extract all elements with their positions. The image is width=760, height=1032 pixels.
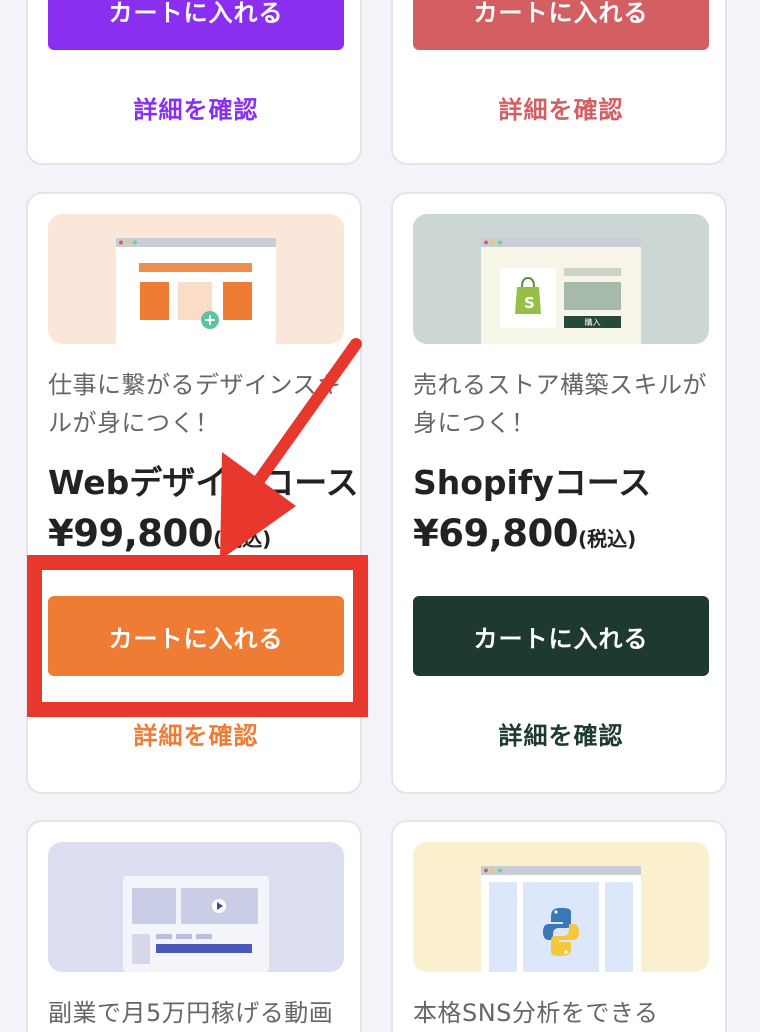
view-details-link[interactable]: 詳細を確認 bbox=[48, 90, 344, 125]
course-card-sns: 本格SNS分析をできる bbox=[391, 820, 727, 1032]
price-amount: ¥69,800 bbox=[413, 512, 579, 555]
add-to-cart-button[interactable]: カートに入れる bbox=[413, 596, 709, 676]
view-details-link[interactable]: 詳細を確認 bbox=[413, 90, 709, 125]
price-amount: ¥99,800 bbox=[48, 512, 214, 555]
course-tagline: 本格SNS分析をできる bbox=[413, 999, 659, 1027]
course-card-shopify: S 購入 売れるストア構築スキルが 身につく！ Shopifyコース ¥69,80… bbox=[391, 192, 727, 794]
video-player-icon bbox=[123, 876, 269, 972]
course-title[interactable]: Shopifyコース bbox=[413, 456, 651, 504]
course-tagline: 仕事に繋がるデザインスキ ルが身につく！ bbox=[48, 371, 342, 437]
python-course-mockup bbox=[481, 866, 641, 972]
web-layout-icon bbox=[116, 238, 276, 344]
tax-label: (税込) bbox=[213, 527, 272, 551]
course-tagline: 副業で月5万円稼げる動画 bbox=[48, 999, 334, 1027]
course-list-page: カートに入れる 詳細を確認 カートに入れる 詳細を確認 仕事に繋がるデザインスキ… bbox=[0, 0, 760, 1032]
course-card-video: 副業で月5万円稼げる動画 bbox=[26, 820, 362, 1032]
course-card-top-right: カートに入れる 詳細を確認 bbox=[391, 0, 727, 165]
view-details-link[interactable]: 詳細を確認 bbox=[48, 716, 344, 751]
svg-text:購入: 購入 bbox=[585, 317, 601, 327]
course-title[interactable]: Webデザインコース bbox=[48, 456, 359, 504]
svg-text:S: S bbox=[524, 294, 535, 312]
course-price: ¥69,800(税込) bbox=[413, 512, 636, 555]
course-thumbnail[interactable] bbox=[413, 842, 709, 972]
course-thumbnail[interactable]: S 購入 bbox=[413, 214, 709, 344]
add-to-cart-button[interactable]: カートに入れる bbox=[413, 0, 709, 50]
add-to-cart-button[interactable]: カートに入れる bbox=[48, 0, 344, 50]
course-price: ¥99,800(税込) bbox=[48, 512, 271, 555]
course-thumbnail[interactable] bbox=[48, 214, 344, 344]
tax-label: (税込) bbox=[578, 527, 637, 551]
course-thumbnail[interactable] bbox=[48, 842, 344, 972]
view-details-link[interactable]: 詳細を確認 bbox=[413, 716, 709, 751]
course-card-top-left: カートに入れる 詳細を確認 bbox=[26, 0, 362, 165]
course-tagline: 売れるストア構築スキルが 身につく！ bbox=[413, 371, 707, 437]
shopify-store-mockup: S 購入 bbox=[481, 238, 641, 344]
highlight-box bbox=[27, 555, 368, 717]
